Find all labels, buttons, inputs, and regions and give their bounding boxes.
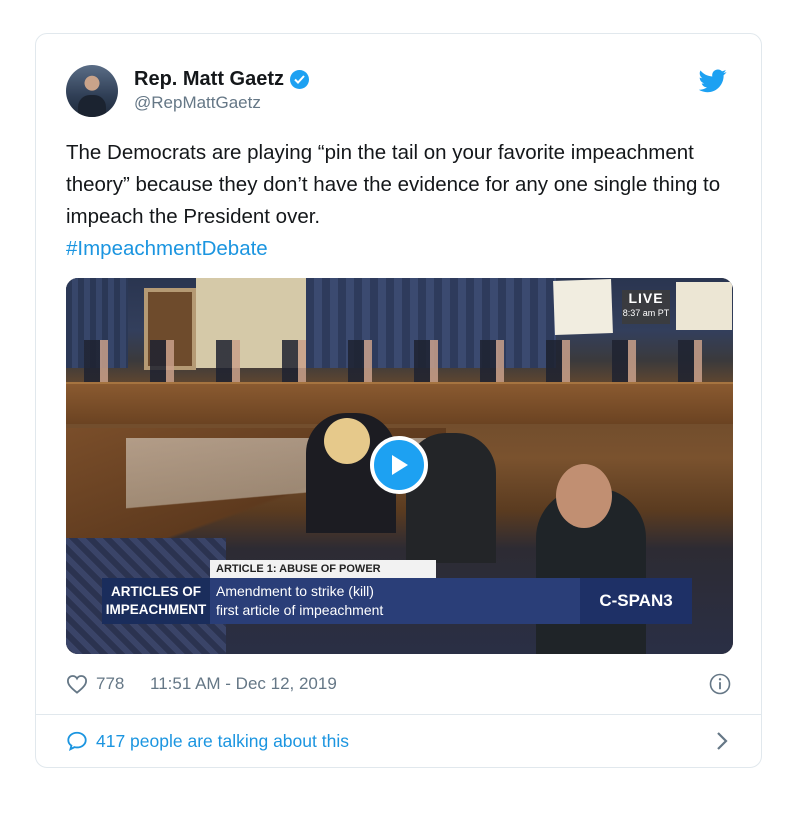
- chyron-main: Amendment to strike (kill) first article…: [210, 578, 580, 624]
- live-badge: LIVE 8:37 am PT: [622, 290, 670, 324]
- video-thumbnail[interactable]: LIVE 8:37 am PT ARTICLE 1: ABUSE OF POWE…: [66, 278, 733, 654]
- chevron-right-icon[interactable]: [715, 731, 729, 751]
- info-icon[interactable]: [709, 673, 731, 695]
- author-handle[interactable]: @RepMattGaetz: [134, 92, 309, 114]
- avatar[interactable]: [66, 65, 118, 117]
- tweet-text: The Democrats are playing “pin the tail …: [66, 137, 736, 265]
- chyron-top: ARTICLE 1: ABUSE OF POWER: [210, 560, 436, 578]
- tweet-timestamp[interactable]: 11:51 AM - Dec 12, 2019: [150, 674, 337, 694]
- talking-count-text[interactable]: 417 people are talking about this: [96, 731, 349, 752]
- hashtag-link[interactable]: #ImpeachmentDebate: [66, 233, 736, 265]
- conversation-link[interactable]: 417 people are talking about this: [66, 728, 731, 754]
- verified-badge-icon: [290, 69, 310, 89]
- chyron-left-line-2: IMPEACHMENT: [105, 602, 207, 617]
- speech-bubble-icon: [67, 731, 87, 752]
- play-icon: [392, 455, 408, 475]
- tweet-header: Rep. Matt Gaetz @RepMattGaetz: [66, 61, 731, 121]
- tweet-meta: 778 11:51 AM - Dec 12, 2019: [66, 671, 731, 697]
- like-count[interactable]: 778: [96, 674, 124, 694]
- chyron-line-1: Amendment to strike (kill): [216, 583, 374, 599]
- chyron-left-line-1: ARTICLES OF: [111, 584, 201, 599]
- live-time: 8:37 am PT: [622, 308, 670, 318]
- twitter-bird-icon[interactable]: [699, 69, 727, 93]
- chyron-left: ARTICLES OF IMPEACHMENT: [102, 578, 210, 624]
- author-name[interactable]: Rep. Matt Gaetz: [134, 67, 284, 91]
- author-name-row[interactable]: Rep. Matt Gaetz: [134, 67, 310, 91]
- network-logo: C-SPAN3: [580, 578, 692, 624]
- heart-icon[interactable]: [66, 674, 88, 694]
- chyron-line-2: first article of impeachment: [216, 602, 384, 618]
- chyron: ARTICLE 1: ABUSE OF POWER ARTICLES OF IM…: [102, 560, 692, 624]
- divider: [36, 714, 761, 715]
- author-block[interactable]: Rep. Matt Gaetz @RepMattGaetz: [134, 67, 310, 114]
- tweet-card: Rep. Matt Gaetz @RepMattGaetz The Democr…: [35, 33, 762, 768]
- live-label: LIVE: [628, 290, 664, 306]
- play-button[interactable]: [370, 436, 428, 494]
- tweet-body: The Democrats are playing “pin the tail …: [66, 141, 721, 228]
